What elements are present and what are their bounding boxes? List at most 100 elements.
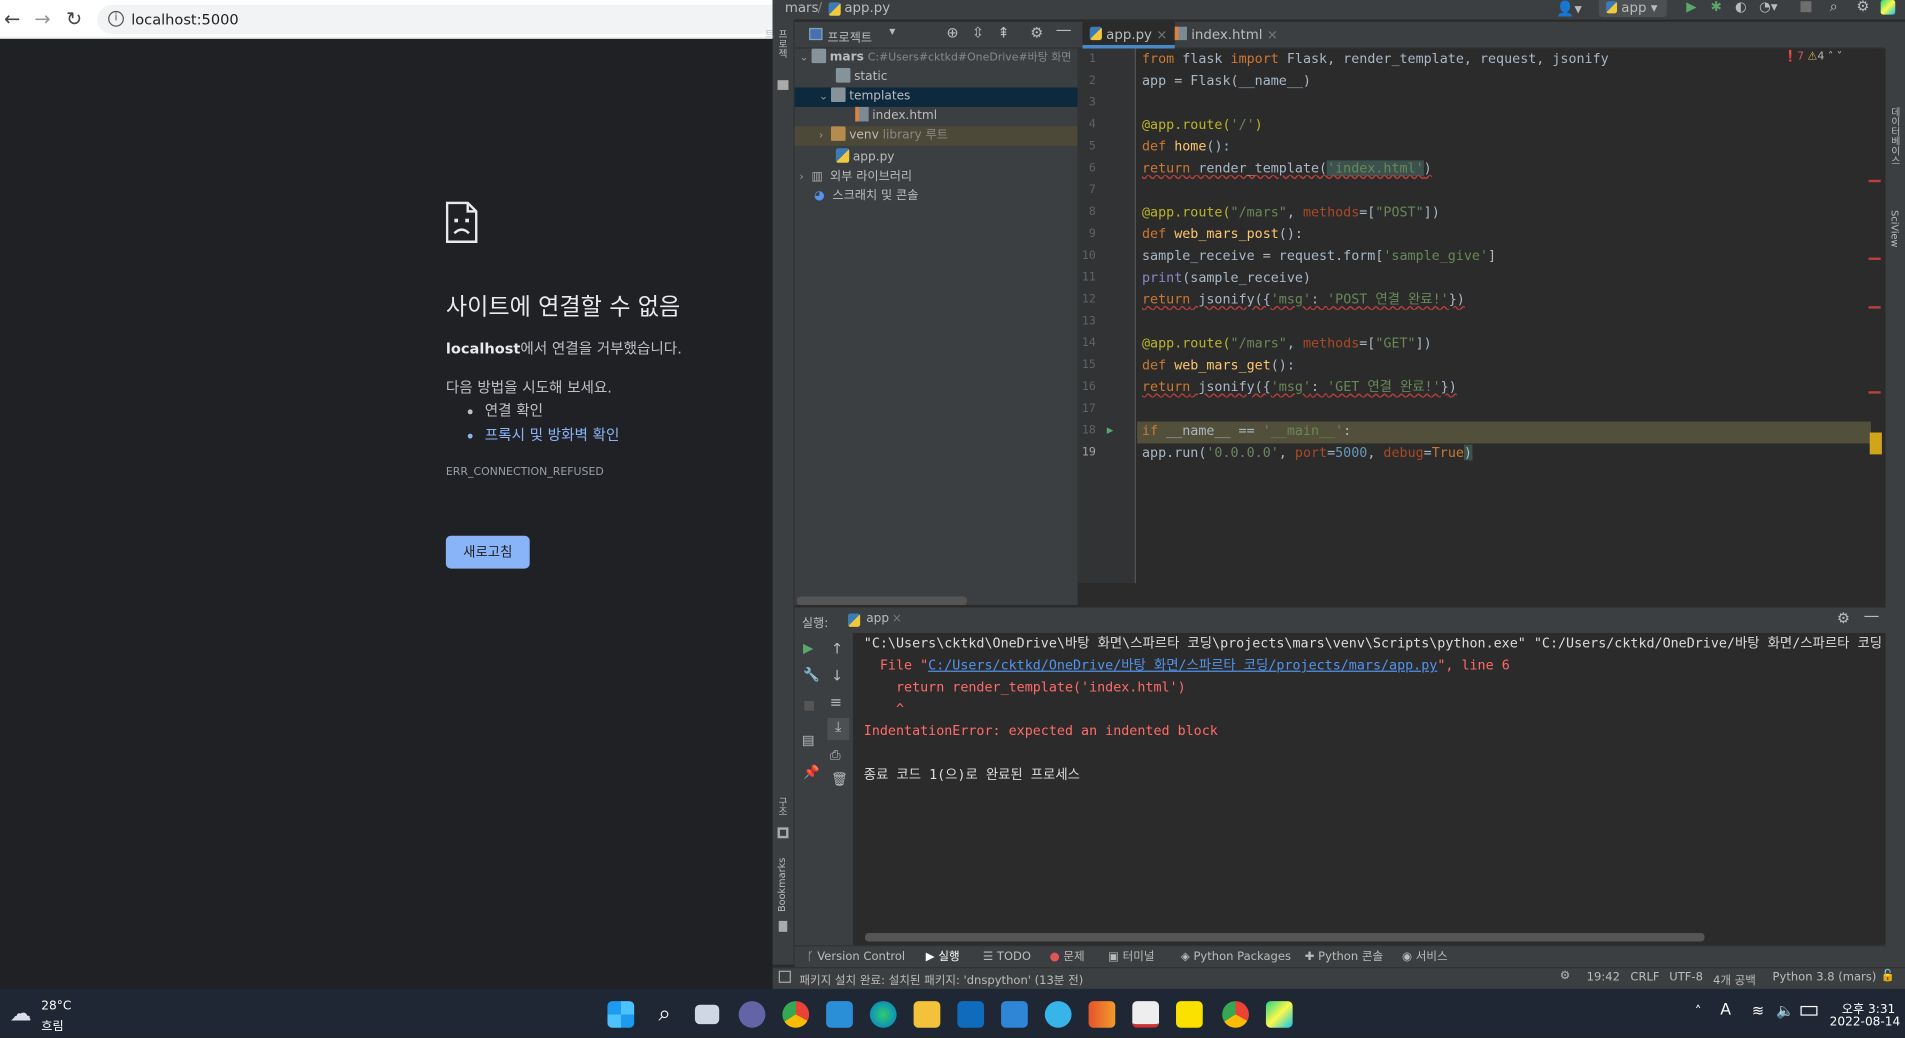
tab-todo[interactable]: ☰ TODO <box>983 946 1031 968</box>
structure-icon[interactable] <box>777 827 789 839</box>
error-stripe[interactable] <box>1868 306 1881 309</box>
user-icon[interactable]: 👤▾ <box>1556 0 1581 17</box>
chrome-icon[interactable] <box>1222 1001 1249 1028</box>
locate-icon[interactable]: ⊕ <box>946 24 958 41</box>
coverage-icon[interactable]: ◐ <box>1735 0 1747 15</box>
folder-icon[interactable] <box>777 80 789 90</box>
forward-icon[interactable]: → <box>32 7 54 30</box>
run-icon[interactable]: ▶ <box>1686 0 1696 15</box>
inspection-widget[interactable]: ❗7 ⚠4 ˄ ˅ <box>1783 51 1842 63</box>
warning-marker[interactable] <box>1869 432 1882 455</box>
chevron-down-icon[interactable]: ▾ <box>889 26 895 39</box>
traceback-link[interactable]: C:/Users/cktkd/OneDrive/바탕 화면/스파르타 코딩/pr… <box>928 657 1437 673</box>
rerun-icon[interactable]: ▶ <box>803 640 813 656</box>
python-interpreter[interactable]: Python 3.8 (mars) <box>1773 971 1877 984</box>
profile-icon[interactable]: ◔▾ <box>1759 0 1777 15</box>
project-panel-label[interactable]: 프로젝트 <box>827 27 872 45</box>
bookmark-icon[interactable] <box>778 920 788 932</box>
clock-time[interactable]: 오후 3:31 <box>1842 999 1896 1017</box>
kakaotalk-icon[interactable] <box>1176 1001 1203 1028</box>
edge-icon[interactable] <box>869 1001 897 1028</box>
tab-python-packages[interactable]: ◈ Python Packages <box>1181 946 1291 968</box>
code-editor[interactable]: from flask import Flask, render_template… <box>1137 48 1882 584</box>
gear-icon[interactable]: ⚙ <box>1030 24 1043 41</box>
tree-item-scratches[interactable]: ◕ 스크래치 및 콘솔 <box>795 187 1078 206</box>
breadcrumb-file[interactable]: app.py <box>844 0 890 16</box>
close-icon[interactable]: × <box>892 612 902 625</box>
chevron-up-icon[interactable]: ˄ <box>1828 51 1833 63</box>
stop-icon[interactable] <box>804 700 814 711</box>
line-ending[interactable]: CRLF <box>1630 971 1659 984</box>
clock-date[interactable]: 2022-08-14 <box>1830 1016 1901 1029</box>
tree-scrollbar[interactable] <box>796 596 968 606</box>
suggestion-proxy-firewall[interactable]: 프록시 및 방화벽 확인 <box>485 425 620 444</box>
indent-setting[interactable]: 4개 공백 <box>1713 971 1756 987</box>
chrome-icon[interactable] <box>782 1001 810 1028</box>
settings-icon[interactable]: ⚙ <box>1856 0 1869 15</box>
layout-toggle-icon[interactable] <box>778 970 791 983</box>
caret-position[interactable]: 19:42 <box>1587 971 1620 984</box>
lock-icon[interactable]: 🔓 <box>1881 969 1895 982</box>
info-icon[interactable]: i <box>108 10 124 27</box>
task-view-icon[interactable] <box>694 1004 720 1025</box>
reload-icon[interactable]: ↻ <box>63 7 85 30</box>
search-icon[interactable]: ⌕ <box>651 1001 678 1028</box>
tree-item-templates[interactable]: ⌄ templates <box>794 87 1078 107</box>
notepad-icon[interactable] <box>1132 1001 1160 1028</box>
print-icon[interactable]: ⎙ <box>830 747 841 764</box>
run-gutter-icon[interactable]: ▶ <box>1107 425 1114 437</box>
run-config-select[interactable]: app ▾ <box>1598 0 1667 18</box>
tree-item-venv[interactable]: › venv library 루트 <box>794 126 1078 146</box>
tree-item-root[interactable]: ⌄ mars C:#Users#cktkd#OneDrive#바탕 화면 <box>795 48 1078 68</box>
url-input[interactable]: i localhost:5000 <box>97 4 773 35</box>
arrow-down-icon[interactable]: ↓ <box>831 667 843 684</box>
close-icon[interactable]: × <box>1156 27 1167 43</box>
error-stripe[interactable] <box>1868 391 1881 394</box>
run-tab[interactable]: app <box>866 612 889 625</box>
tab-run[interactable]: ▶ 실행 <box>926 946 960 968</box>
mail-icon[interactable] <box>1001 1001 1028 1028</box>
tab-version-control[interactable]: ᚴ Version Control <box>807 946 905 968</box>
store-icon[interactable] <box>957 1001 985 1028</box>
stop-icon[interactable] <box>1800 1 1812 13</box>
database-tool-label[interactable]: 데이터베이스 <box>1889 107 1902 165</box>
tree-item-external-libraries[interactable]: › ▥ 외부 라이브러리 <box>795 168 1078 187</box>
pin-icon[interactable]: 📌 <box>803 764 820 780</box>
error-stripe[interactable] <box>1868 257 1881 260</box>
tab-python-console[interactable]: ✚ Python 콘솔 <box>1305 946 1383 968</box>
chevron-down-icon[interactable]: ˅ <box>1837 51 1842 63</box>
structure-tool-label[interactable]: 구조 <box>776 797 789 816</box>
soft-wrap-icon[interactable]: ≡ <box>830 694 842 711</box>
bird-app-icon[interactable] <box>1044 1001 1072 1028</box>
run-console[interactable]: "C:\Users\cktkd\OneDrive\바탕 화면\스파르타 코딩\p… <box>855 633 1885 942</box>
chat-icon[interactable] <box>738 1001 766 1028</box>
tree-item-static[interactable]: static <box>795 68 1078 87</box>
speaker-icon[interactable]: 🔈 <box>1776 1002 1794 1019</box>
weather-temp[interactable]: 28°C <box>41 1000 71 1013</box>
sciview-tool-label[interactable]: SciView <box>1889 210 1900 247</box>
layout-icon[interactable]: ▤ <box>802 733 815 749</box>
battery-icon[interactable] <box>1800 1005 1818 1016</box>
pycharm-icon[interactable] <box>1265 1001 1293 1028</box>
scroll-to-end-icon[interactable]: ⤓ <box>827 718 850 740</box>
gear-icon[interactable]: ⚙ <box>1837 610 1850 627</box>
file-encoding[interactable]: UTF-8 <box>1669 971 1703 984</box>
wifi-icon[interactable]: ≋ <box>1752 1002 1764 1019</box>
status-message[interactable]: 패키지 설치 완료: 설치된 패키지: 'dnspython' (13분 전) <box>799 971 1083 987</box>
vcs-icon[interactable]: ⚙ <box>1560 969 1570 982</box>
tab-services[interactable]: ◉ 서비스 <box>1402 946 1448 968</box>
ime-indicator[interactable]: A <box>1720 1001 1731 1019</box>
desktop-icon[interactable] <box>826 1001 853 1028</box>
collapse-all-icon[interactable]: ⇞ <box>997 24 1009 41</box>
tree-item-app-py[interactable]: app.py <box>795 148 1078 167</box>
trash-icon[interactable]: 🗑 <box>831 771 848 787</box>
minimize-icon[interactable]: — <box>1056 22 1072 40</box>
error-stripe[interactable] <box>1868 179 1881 183</box>
tab-problems[interactable]: ● 문제 <box>1050 946 1085 968</box>
back-icon[interactable]: ← <box>1 7 23 30</box>
reload-button[interactable]: 새로고침 <box>445 535 530 569</box>
weather-desc[interactable]: 흐림 <box>41 1016 63 1034</box>
expand-all-icon[interactable]: ⇳ <box>972 24 984 41</box>
wrench-icon[interactable]: 🔧 <box>803 667 820 683</box>
bookmarks-tool-label[interactable]: Bookmarks <box>776 858 787 912</box>
